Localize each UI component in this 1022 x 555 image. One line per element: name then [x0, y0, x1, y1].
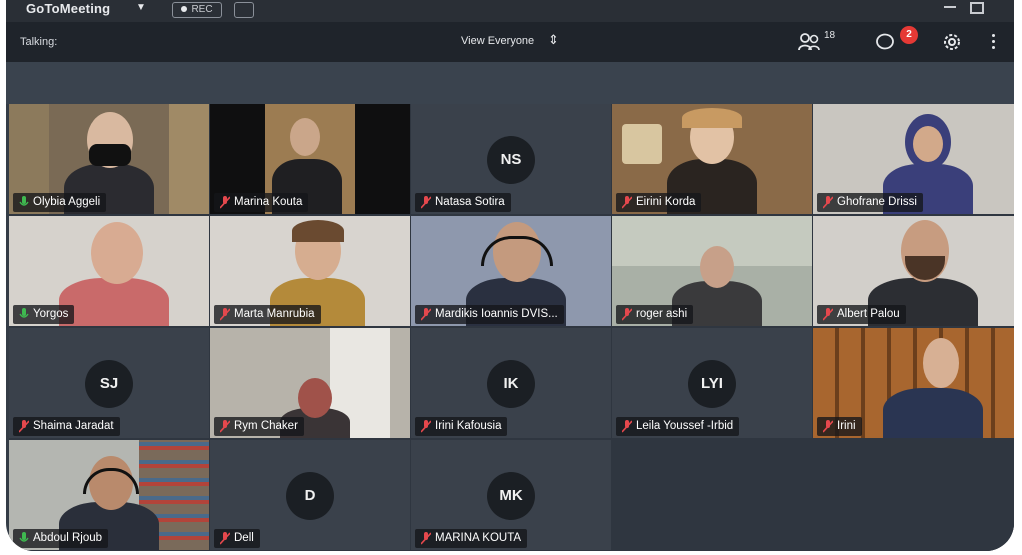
avatar: IK [487, 360, 535, 408]
participant-tile[interactable]: Marta Manrubia [210, 216, 410, 326]
meeting-toolbar: Talking: View Everyone ⇕ 18 2 [6, 22, 1014, 62]
participant-tile[interactable]: SJ Shaima Jaradat [9, 328, 209, 438]
participant-name-tag: Abdoul Rjoub [13, 529, 109, 548]
mic-icon [19, 196, 29, 206]
record-dot-icon [181, 6, 188, 13]
participant-name-tag: Irini Kafousia [415, 417, 508, 436]
record-button[interactable]: REC [172, 2, 222, 18]
mic-muted-icon [823, 308, 833, 321]
swap-icon[interactable]: ⇕ [548, 32, 559, 48]
participant-tile[interactable]: Abdoul Rjoub [9, 440, 209, 550]
participant-name-tag: Ghofrane Drissi [817, 193, 923, 212]
participant-name-tag: Marta Manrubia [214, 305, 321, 324]
app-brand[interactable]: GoToMeeting [26, 1, 110, 16]
mic-muted-icon [19, 420, 29, 433]
spacer-strip [6, 62, 1014, 104]
mic-muted-icon [220, 308, 230, 321]
mic-icon [19, 308, 29, 318]
mic-muted-icon [220, 196, 230, 209]
chat-unread-badge: 2 [900, 26, 918, 44]
participant-name-tag: Rym Chaker [214, 417, 304, 436]
participant-name-tag: roger ashi [616, 305, 694, 324]
mic-muted-icon [421, 532, 431, 545]
participant-name-tag: Marina Kouta [214, 193, 309, 212]
view-selector[interactable]: View Everyone [461, 35, 534, 47]
participant-tile[interactable]: Rym Chaker [210, 328, 410, 438]
record-label: REC [191, 4, 213, 15]
kebab-icon[interactable] [992, 34, 996, 50]
participant-tile[interactable]: LYI Leila Youssef -Irbid [612, 328, 812, 438]
participant-tile[interactable]: Olybia Aggeli [9, 104, 209, 214]
participant-name-tag: Dell [214, 529, 260, 548]
participant-tile[interactable]: NS Natasa Sotira [411, 104, 611, 214]
participant-name-tag: Yorgos [13, 305, 75, 324]
participant-name-tag: Natasa Sotira [415, 193, 511, 212]
minimize-icon[interactable] [944, 6, 956, 8]
empty-grid-area [613, 440, 1014, 551]
maximize-icon[interactable] [970, 2, 984, 14]
chat-icon[interactable] [876, 33, 894, 51]
avatar: LYI [688, 360, 736, 408]
brand-caret-icon[interactable]: ▼ [136, 2, 146, 13]
participant-tile[interactable]: roger ashi [612, 216, 812, 326]
participant-name-tag: Mardikis Ioannis DVIS... [415, 305, 564, 324]
meeting-window: GoToMeeting ▼ REC Talking: View Everyone… [6, 0, 1014, 551]
participant-grid: Olybia Aggeli Marina Kouta NS Natasa Sot… [9, 104, 1014, 551]
mic-muted-icon [622, 308, 632, 321]
avatar: D [286, 472, 334, 520]
mic-icon [19, 532, 29, 542]
mic-muted-icon [823, 420, 833, 433]
participant-name-tag: Eirini Korda [616, 193, 702, 212]
participant-name-tag: Albert Palou [817, 305, 906, 324]
participant-tile[interactable]: Mardikis Ioannis DVIS... [411, 216, 611, 326]
participant-tile[interactable]: D Dell [210, 440, 410, 550]
mic-muted-icon [622, 420, 632, 433]
screen-share-button[interactable] [234, 2, 254, 18]
participant-tile[interactable]: Ghofrane Drissi [813, 104, 1014, 214]
gear-icon[interactable] [941, 31, 963, 53]
participant-name-tag: Leila Youssef -Irbid [616, 417, 740, 436]
avatar: NS [487, 136, 535, 184]
mic-muted-icon [622, 196, 632, 209]
participant-tile[interactable]: MK MARINA KOUTA [411, 440, 611, 550]
mic-muted-icon [220, 532, 230, 545]
participant-name-tag: Olybia Aggeli [13, 193, 107, 212]
mic-muted-icon [421, 420, 431, 433]
talking-indicator: Talking: [20, 36, 58, 48]
participant-count: 18 [824, 30, 836, 41]
participant-name-tag: Shaima Jaradat [13, 417, 120, 436]
app-title-bar: GoToMeeting ▼ REC [6, 0, 1014, 22]
avatar: SJ [85, 360, 133, 408]
participant-tile[interactable]: Yorgos [9, 216, 209, 326]
mic-muted-icon [421, 196, 431, 209]
participant-name-tag: Irini [817, 417, 862, 436]
participant-tile[interactable]: Eirini Korda [612, 104, 812, 214]
participant-name-tag: MARINA KOUTA [415, 529, 528, 548]
participant-tile[interactable]: Marina Kouta [210, 104, 410, 214]
participant-tile[interactable]: Irini [813, 328, 1014, 438]
mic-muted-icon [220, 420, 230, 433]
participant-tile[interactable]: Albert Palou [813, 216, 1014, 326]
avatar: MK [487, 472, 535, 520]
participant-tile[interactable]: IK Irini Kafousia [411, 328, 611, 438]
mic-muted-icon [823, 196, 833, 209]
mic-muted-icon [421, 308, 431, 321]
